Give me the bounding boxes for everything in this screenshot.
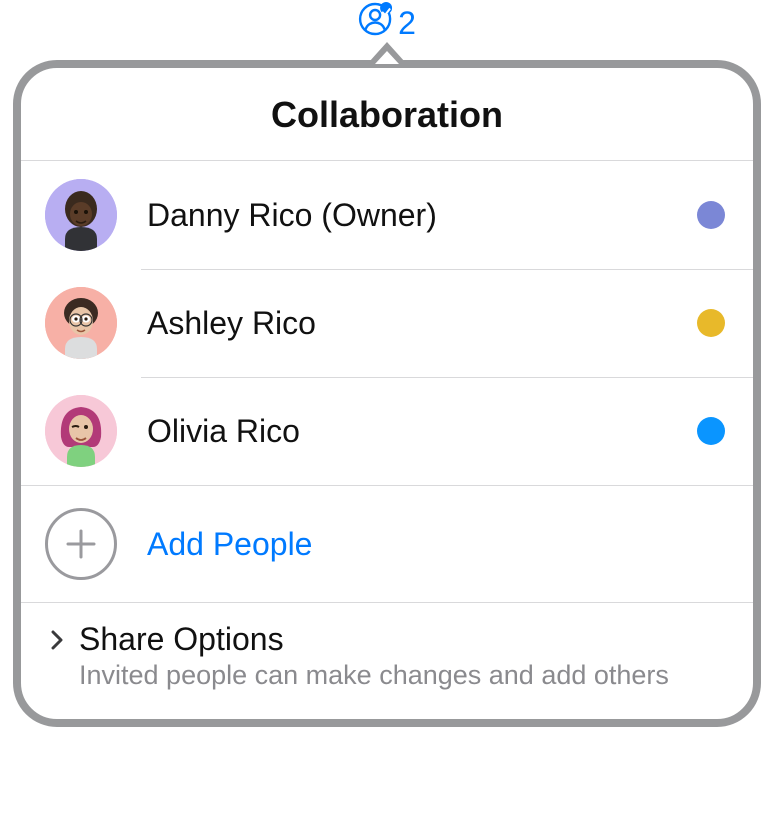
participant-name: Danny Rico (Owner) [147, 197, 697, 234]
add-people-button[interactable]: Add People [21, 485, 753, 602]
collaborator-count: 2 [398, 5, 416, 42]
share-options-title: Share Options [79, 621, 284, 658]
chevron-right-icon [45, 628, 69, 652]
plus-icon [45, 508, 117, 580]
popover-arrow [369, 42, 405, 62]
share-options-button[interactable]: Share Options Invited people can make ch… [21, 602, 753, 719]
participant-row[interactable]: Danny Rico (Owner) [21, 161, 753, 269]
participant-row[interactable]: Olivia Rico [21, 377, 753, 485]
avatar [45, 395, 117, 467]
collaboration-trigger[interactable]: 2 [358, 2, 416, 44]
presence-dot [697, 417, 725, 445]
collaboration-popover: Collaboration Danny Rico (Owner) [13, 42, 761, 727]
participant-name: Olivia Rico [147, 413, 697, 450]
share-options-subtitle: Invited people can make changes and add … [79, 660, 725, 691]
person-badge-icon [358, 2, 392, 44]
add-people-label: Add People [147, 526, 312, 563]
participants-list: Danny Rico (Owner) [21, 161, 753, 485]
participant-name: Ashley Rico [147, 305, 697, 342]
presence-dot [697, 309, 725, 337]
participant-row[interactable]: Ashley Rico [21, 269, 753, 377]
avatar [45, 179, 117, 251]
avatar [45, 287, 117, 359]
popover-title: Collaboration [21, 68, 753, 161]
presence-dot [697, 201, 725, 229]
